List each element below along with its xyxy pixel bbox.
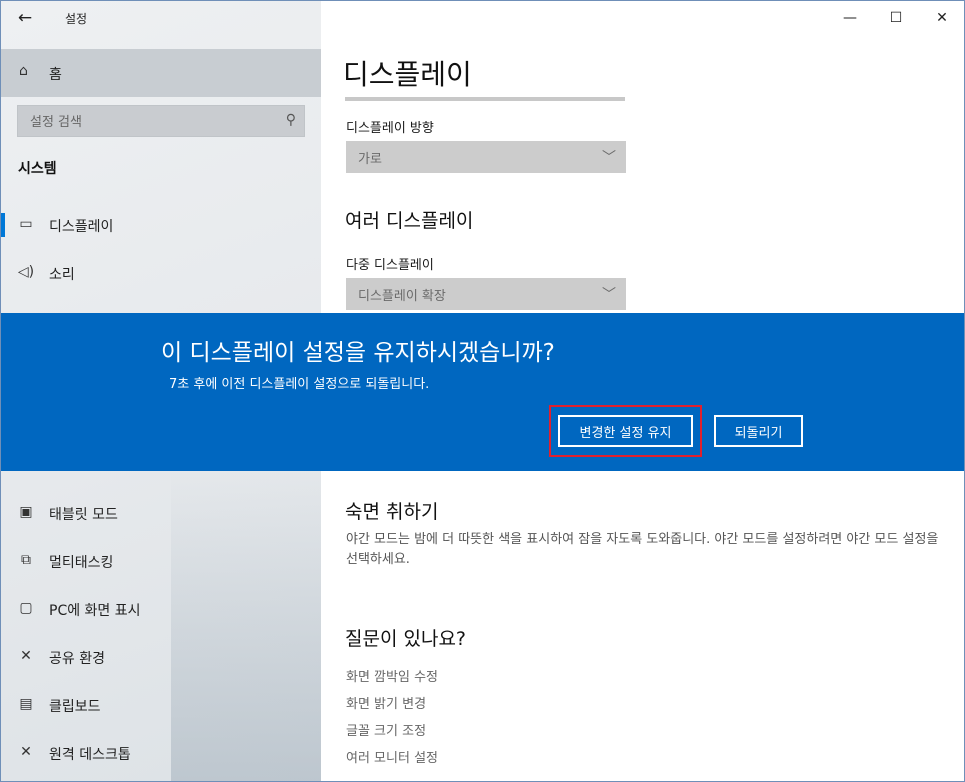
chevron-down-icon: ﹀	[602, 287, 616, 303]
sidebar-item-label: 태블릿 모드	[49, 507, 118, 523]
sidebar-item-tablet-mode[interactable]: ▣ 태블릿 모드	[1, 491, 321, 535]
share-icon: ✕	[20, 648, 32, 664]
link-font-size[interactable]: 글꼴 크기 조정	[346, 720, 426, 739]
orientation-dropdown[interactable]: 가로 ﹀	[346, 141, 626, 173]
speaker-icon: ◁)	[17, 264, 35, 280]
sidebar-item-label: 디스플레이	[49, 219, 114, 235]
sleep-heading: 숙면 취하기	[345, 501, 439, 523]
close-button[interactable]: ✕	[919, 1, 964, 35]
orientation-label: 디스플레이 방향	[346, 121, 434, 136]
project-icon: ▢	[19, 600, 33, 616]
sidebar-item-label: 원격 데스크톱	[49, 747, 131, 763]
sidebar-item-display[interactable]: ▭ 디스플레이	[1, 203, 321, 247]
dialog-title: 이 디스플레이 설정을 유지하시겠습니까?	[161, 340, 555, 366]
sidebar-item-clipboard[interactable]: ▤ 클립보드	[1, 683, 321, 727]
maximize-button[interactable]: ☐	[873, 1, 919, 35]
multi-display-label: 다중 디스플레이	[346, 258, 434, 273]
search-box[interactable]: ⚲	[17, 105, 305, 137]
sidebar-item-label: PC에 화면 표시	[49, 603, 141, 619]
sidebar-item-multitasking[interactable]: ⧉ 멀티태스킹	[1, 539, 321, 583]
chevron-down-icon: ﹀	[602, 150, 616, 166]
selection-indicator	[1, 213, 5, 237]
link-change-brightness[interactable]: 화면 밝기 변경	[346, 693, 426, 712]
page-title: 디스플레이	[343, 58, 472, 91]
title-bar: ← 설정 — ☐ ✕	[1, 1, 964, 35]
window-title: 설정	[65, 12, 88, 26]
clipboard-icon: ▤	[19, 696, 33, 712]
search-icon[interactable]: ⚲	[286, 112, 296, 128]
minimize-button[interactable]: —	[827, 1, 873, 35]
sidebar-item-label: 멀티태스킹	[49, 555, 114, 571]
multi-display-heading: 여러 디스플레이	[345, 210, 474, 232]
remote-icon: ✕	[20, 744, 32, 760]
multi-display-dropdown[interactable]: 디스플레이 확장 ﹀	[346, 278, 626, 310]
revert-button[interactable]: 되돌리기	[714, 415, 803, 447]
home-icon: ⌂	[19, 63, 28, 79]
keep-changes-button[interactable]: 변경한 설정 유지	[558, 415, 693, 447]
sleep-description: 야간 모드는 밤에 더 따뜻한 색을 표시하여 잠을 자도록 도와줍니다. 야간…	[346, 532, 939, 567]
sidebar-item-sound[interactable]: ◁) 소리	[1, 251, 321, 295]
sidebar-item-project[interactable]: ▢ PC에 화면 표시	[1, 587, 321, 631]
settings-window: ⌂ 홈 ⚲ 시스템 ▭ 디스플레이 ◁) 소리 ▣ 태블릿 모드 ⧉ 멀티태스킹…	[0, 0, 965, 782]
search-input[interactable]	[28, 112, 272, 132]
multitask-icon: ⧉	[21, 552, 31, 568]
sidebar-item-shared[interactable]: ✕ 공유 환경	[1, 635, 321, 679]
section-header-system: 시스템	[18, 161, 57, 177]
monitor-icon: ▭	[19, 216, 33, 232]
orientation-value: 가로	[358, 152, 382, 167]
scale-slider-track[interactable]	[345, 97, 625, 101]
multi-display-value: 디스플레이 확장	[358, 289, 446, 304]
home-label: 홈	[49, 67, 62, 83]
link-fix-flicker[interactable]: 화면 깜박임 수정	[346, 666, 438, 685]
dialog-message: 7초 후에 이전 디스플레이 설정으로 되돌립니다.	[169, 377, 430, 392]
sidebar-item-label: 클립보드	[49, 699, 101, 715]
sidebar-item-remote-desktop[interactable]: ✕ 원격 데스크톱	[1, 731, 321, 775]
tablet-icon: ▣	[19, 504, 33, 520]
faq-heading: 질문이 있나요?	[345, 628, 467, 650]
keep-settings-dialog: 이 디스플레이 설정을 유지하시겠습니까? 7초 후에 이전 디스플레이 설정으…	[1, 313, 964, 471]
sidebar-item-label: 공유 환경	[49, 651, 105, 667]
link-multi-monitor[interactable]: 여러 모니터 설정	[346, 747, 438, 766]
sidebar-item-home[interactable]: ⌂ 홈	[1, 49, 321, 97]
back-arrow-icon[interactable]: ←	[13, 7, 37, 29]
sidebar-item-label: 소리	[49, 267, 75, 283]
